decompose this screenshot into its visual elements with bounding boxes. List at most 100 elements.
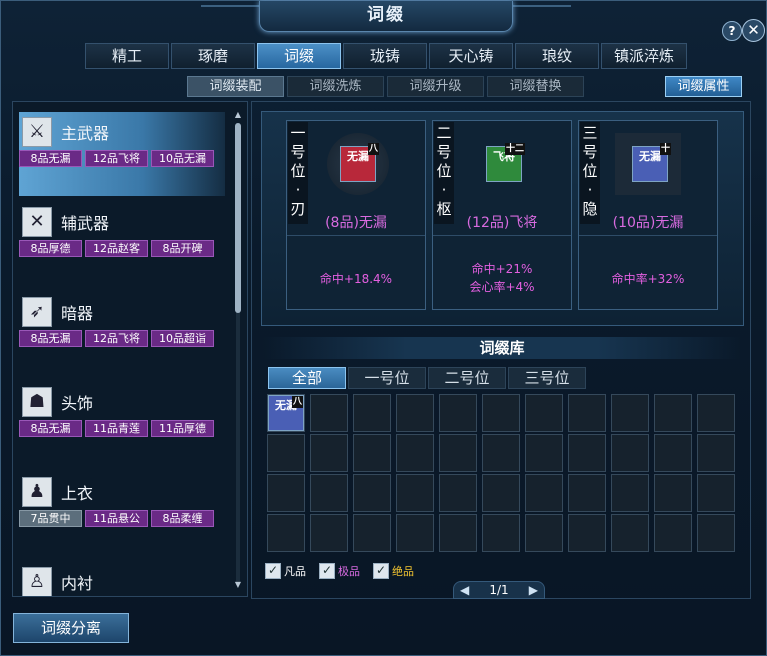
- inventory-cell[interactable]: [654, 474, 692, 512]
- scroll-up-arrow-icon[interactable]: ▲: [234, 111, 242, 119]
- equipment-item-headwear[interactable]: ☗ 头饰 8品无漏 11品青莲 11品厚德: [19, 382, 225, 466]
- affix-tag: 8品无漏: [19, 150, 82, 167]
- inventory-cell[interactable]: [396, 394, 434, 432]
- affix-slot-2[interactable]: 二号位 · 枢 飞将 十二 (12品)飞将 命中+21% 会心率+4%: [432, 120, 572, 310]
- inventory-cell[interactable]: [568, 434, 606, 472]
- inventory-cell[interactable]: [353, 474, 391, 512]
- next-page-icon[interactable]: ▶: [529, 583, 538, 597]
- checkbox-icon[interactable]: ✓: [319, 563, 335, 579]
- inventory-cell[interactable]: [267, 474, 305, 512]
- inventory-cell[interactable]: [611, 514, 649, 552]
- checkbox-icon[interactable]: ✓: [373, 563, 389, 579]
- inventory-cell[interactable]: [611, 394, 649, 432]
- slot-stat: 命中+21%: [471, 262, 533, 276]
- affix-item-icon[interactable]: 无漏八: [268, 395, 304, 431]
- subtab-assemble[interactable]: 词缀装配: [187, 76, 284, 97]
- inventory-cell[interactable]: [568, 474, 606, 512]
- inventory-cell[interactable]: [267, 514, 305, 552]
- tab-zhuomo[interactable]: 琢磨: [171, 43, 255, 69]
- inventory-cell[interactable]: [439, 434, 477, 472]
- equipment-item-main-weapon[interactable]: ⚔ 主武器 8品无漏 12品飞将 10品无漏: [19, 112, 225, 196]
- equipment-item-hidden-weapon[interactable]: ➶ 暗器 8品无漏 12品飞将 10品超诣: [19, 292, 225, 376]
- equipment-item-off-weapon[interactable]: ✕ 辅武器 8品厚德 12品赵客 8品开碑: [19, 202, 225, 286]
- sub-tabs: 词缀装配 词缀洗炼 词缀升级 词缀替换: [187, 76, 587, 97]
- inventory-cell[interactable]: 无漏八: [267, 394, 305, 432]
- scroll-thumb[interactable]: [235, 123, 241, 313]
- tab-cizhui[interactable]: 词缀: [257, 43, 341, 69]
- legend-legendary[interactable]: ✓ 绝品: [373, 563, 414, 579]
- equipment-item-top[interactable]: ♟ 上衣 7品贯中 11品悬公 8品柔缠: [19, 472, 225, 556]
- subtab-reroll[interactable]: 词缀洗炼: [287, 76, 384, 97]
- affix-tag: 11品厚德: [151, 420, 214, 437]
- library-tab-slot2[interactable]: 二号位: [428, 367, 506, 389]
- tab-jinggong[interactable]: 精工: [85, 43, 169, 69]
- equipment-item-inner[interactable]: ♙ 内衬: [19, 562, 225, 596]
- inventory-cell[interactable]: [697, 514, 735, 552]
- affix-slot-1[interactable]: 一号位 · 刃 无漏 八 (8品)无漏 命中+18.4%: [286, 120, 426, 310]
- inventory-cell[interactable]: [654, 434, 692, 472]
- inventory-cell[interactable]: [697, 394, 735, 432]
- library-tab-all[interactable]: 全部: [268, 367, 346, 389]
- inventory-cell[interactable]: [482, 474, 520, 512]
- inventory-cell[interactable]: [697, 434, 735, 472]
- inventory-cell[interactable]: [267, 434, 305, 472]
- inventory-cell[interactable]: [439, 474, 477, 512]
- inventory-cell[interactable]: [568, 514, 606, 552]
- inventory-cell[interactable]: [439, 514, 477, 552]
- help-button[interactable]: ?: [722, 21, 742, 41]
- inventory-cell[interactable]: [654, 514, 692, 552]
- window-title: 词缀: [367, 5, 405, 25]
- affix-slot-3[interactable]: 三号位 · 隐 无漏 十 (10品)无漏 命中率+32%: [578, 120, 718, 310]
- inventory-cell[interactable]: [482, 514, 520, 552]
- inventory-cell[interactable]: [611, 474, 649, 512]
- inventory-cell[interactable]: [353, 434, 391, 472]
- inventory-cell[interactable]: [310, 474, 348, 512]
- inventory-cell[interactable]: [396, 474, 434, 512]
- inventory-cell[interactable]: [525, 434, 563, 472]
- affix-icon[interactable]: 无漏 十: [632, 143, 671, 182]
- inventory-cell[interactable]: [568, 394, 606, 432]
- inventory-cell[interactable]: [525, 514, 563, 552]
- tab-langwen[interactable]: 琅纹: [515, 43, 599, 69]
- crossed-blades-icon: ✕: [22, 207, 52, 237]
- subtab-replace[interactable]: 词缀替换: [487, 76, 584, 97]
- close-button[interactable]: ✕: [742, 19, 765, 42]
- legend-superior[interactable]: ✓ 极品: [319, 563, 360, 579]
- inventory-cell[interactable]: [310, 394, 348, 432]
- affix-icon[interactable]: 无漏 八: [340, 143, 379, 182]
- affix-split-button[interactable]: 词缀分离: [13, 613, 129, 643]
- prev-page-icon[interactable]: ◀: [460, 583, 469, 597]
- inventory-cell[interactable]: [482, 434, 520, 472]
- affix-attributes-button[interactable]: 词缀属性: [665, 76, 742, 97]
- affix-tag: 7品贯中: [19, 510, 82, 527]
- inventory-cell[interactable]: [396, 434, 434, 472]
- inventory-cell[interactable]: [611, 434, 649, 472]
- inventory-cell[interactable]: [697, 474, 735, 512]
- inventory-cell[interactable]: [310, 514, 348, 552]
- affix-tag: 8品开碑: [151, 240, 214, 257]
- library-tabs: 全部 一号位 二号位 三号位: [268, 367, 588, 389]
- affix-tag: 8品无漏: [19, 330, 82, 347]
- inventory-cell[interactable]: [482, 394, 520, 432]
- affix-tag: 12品赵客: [85, 240, 148, 257]
- inventory-cell[interactable]: [353, 394, 391, 432]
- inventory-cell[interactable]: [396, 514, 434, 552]
- inventory-cell[interactable]: [310, 434, 348, 472]
- tab-longzhu[interactable]: 珑铸: [343, 43, 427, 69]
- library-tab-slot1[interactable]: 一号位: [348, 367, 426, 389]
- inventory-cell[interactable]: [439, 394, 477, 432]
- scroll-down-arrow-icon[interactable]: ▼: [234, 581, 242, 589]
- inventory-cell[interactable]: [525, 474, 563, 512]
- tab-zhenpai-cuilian[interactable]: 镇派淬炼: [601, 43, 687, 69]
- equipment-scrollbar[interactable]: ▲ ▼: [234, 111, 242, 591]
- inventory-cell[interactable]: [654, 394, 692, 432]
- inventory-cell[interactable]: [353, 514, 391, 552]
- checkbox-icon[interactable]: ✓: [265, 563, 281, 579]
- legend-common[interactable]: ✓ 凡品: [265, 563, 306, 579]
- affix-icon[interactable]: 飞将 十二: [486, 143, 525, 182]
- tab-tianxinzhu[interactable]: 天心铸: [429, 43, 513, 69]
- slot-banner: 三号位 · 隐: [580, 122, 600, 224]
- inventory-cell[interactable]: [525, 394, 563, 432]
- subtab-upgrade[interactable]: 词缀升级: [387, 76, 484, 97]
- library-tab-slot3[interactable]: 三号位: [508, 367, 586, 389]
